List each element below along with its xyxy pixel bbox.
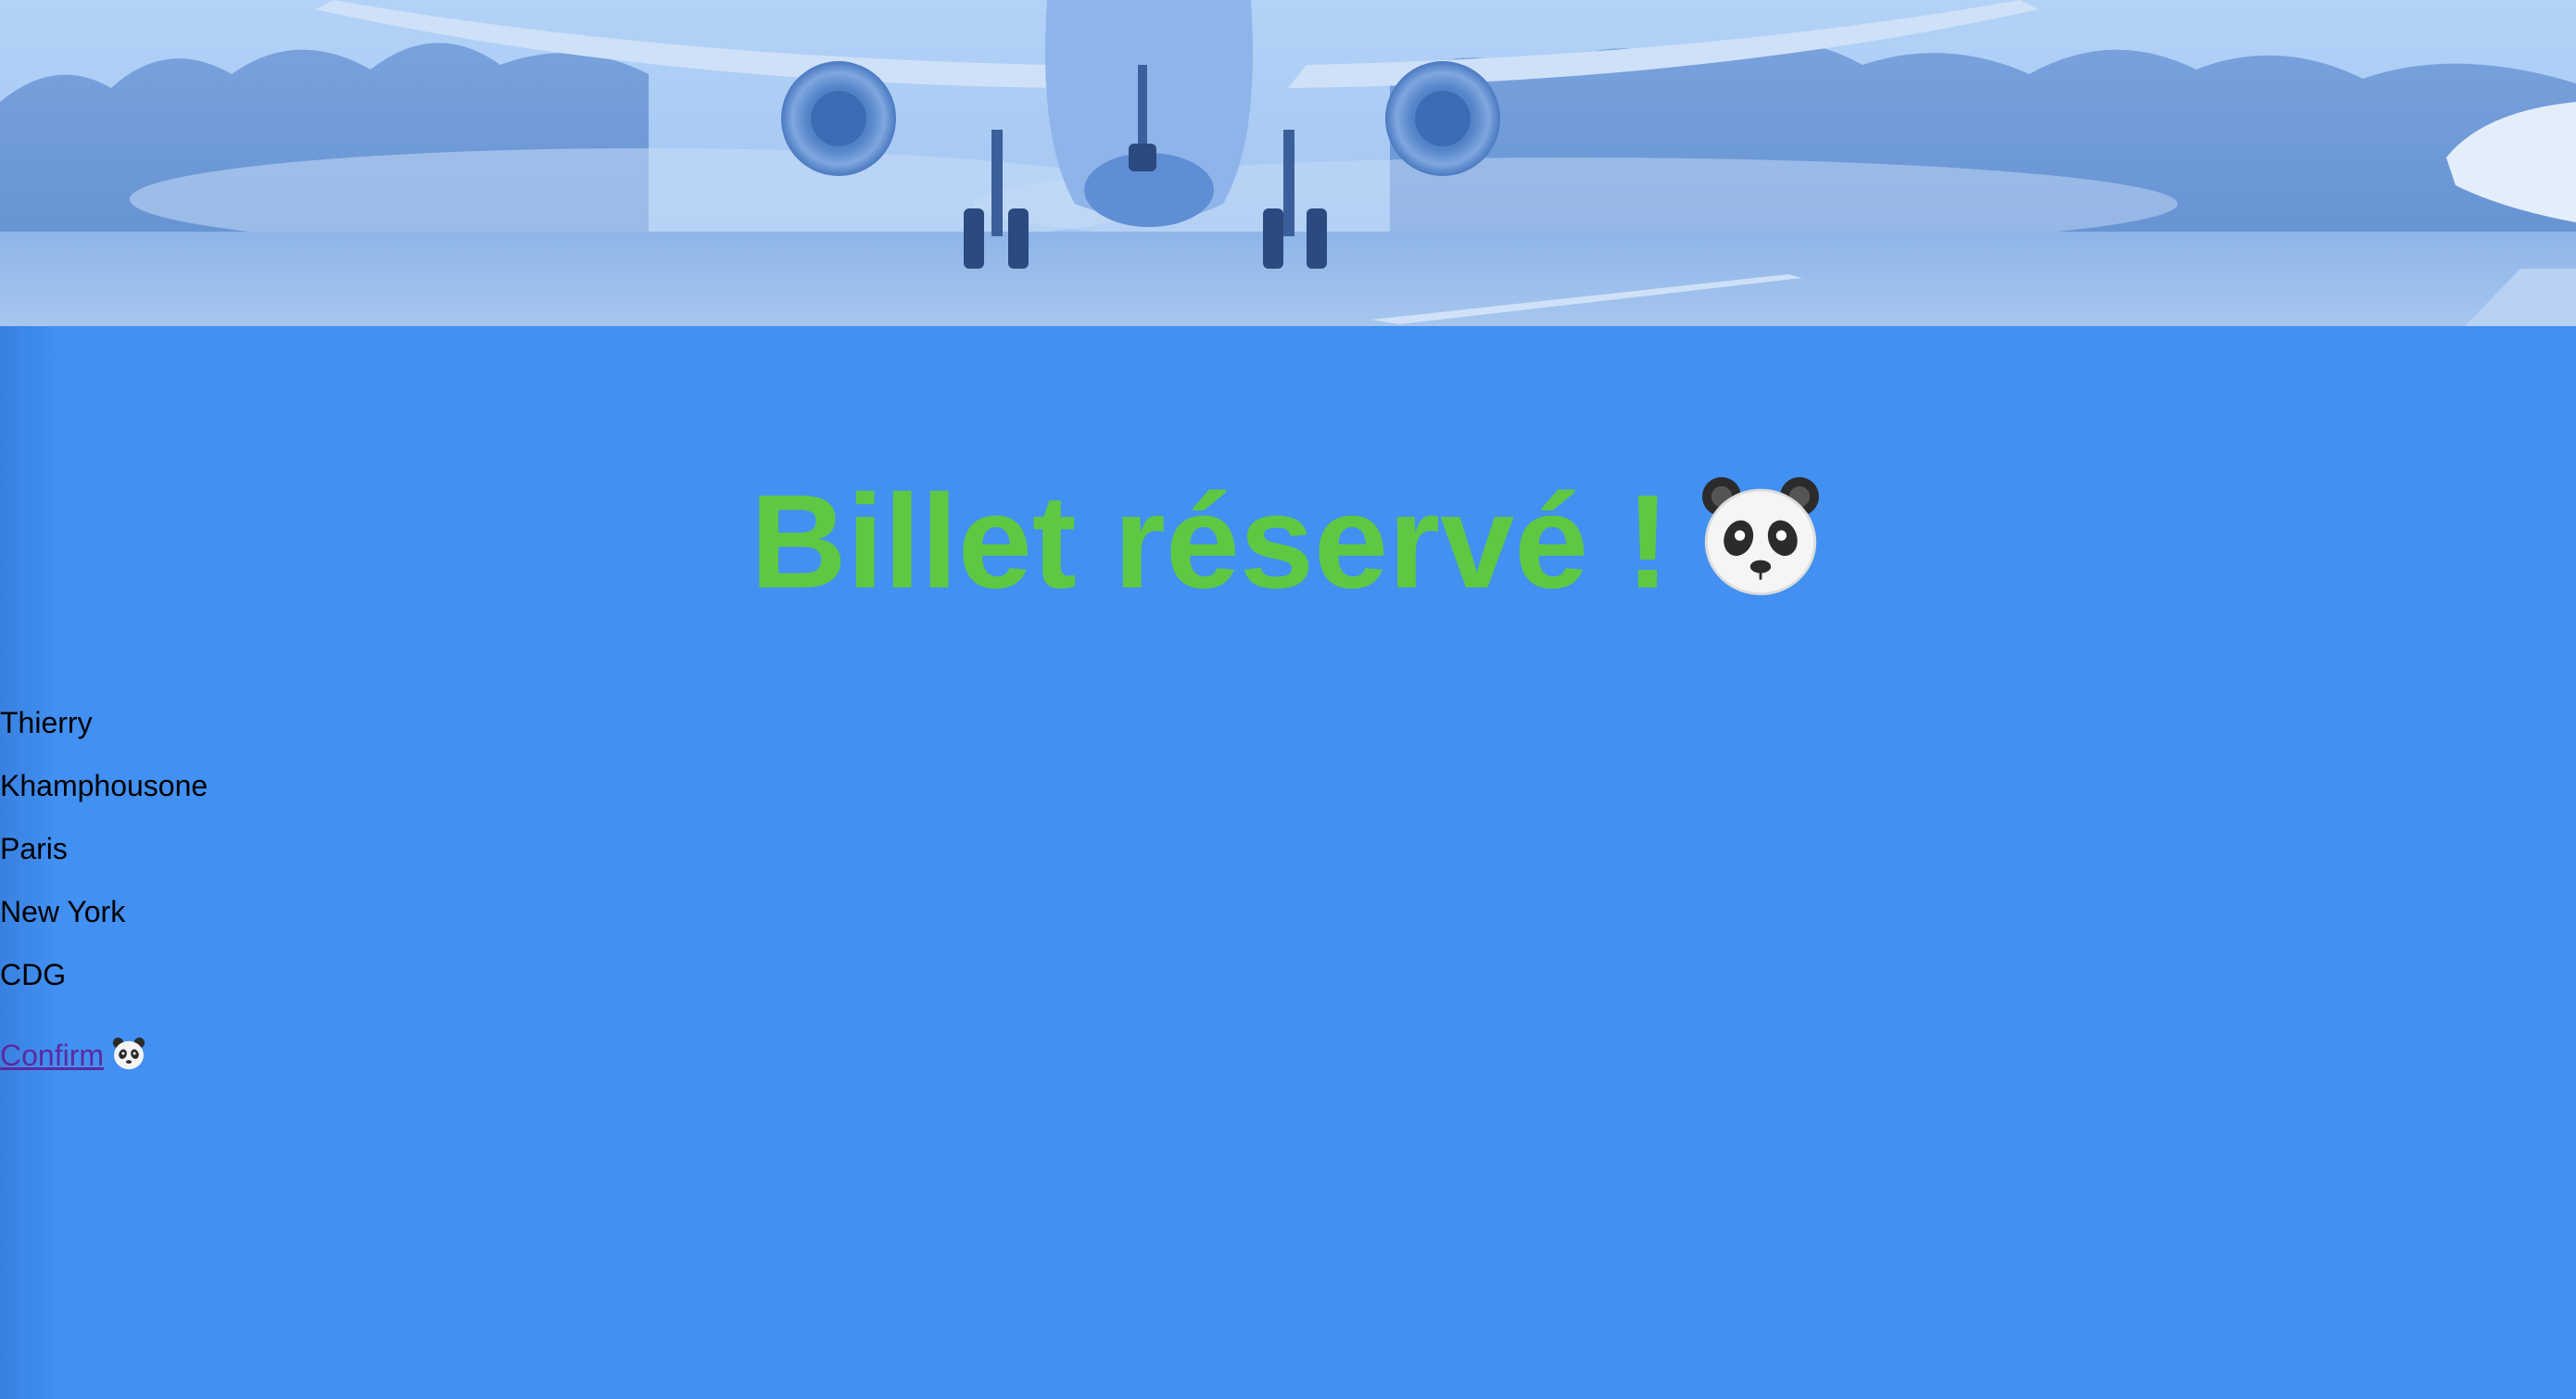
page-title: Billet réservé ! — [0, 463, 2576, 621]
departure-city: Paris — [0, 832, 68, 865]
airport-code: CDG — [0, 958, 67, 991]
booking-details: Thierry Khamphousone Paris New York CDG — [0, 704, 208, 1019]
confirm-link[interactable]: Confirm — [0, 1036, 146, 1074]
confirm-label: Confirm — [0, 1039, 105, 1072]
panda-icon — [1702, 477, 1820, 596]
hero-banner — [0, 0, 2576, 326]
arrival-city: New York — [0, 895, 126, 928]
last-name: Khamphousone — [0, 769, 208, 802]
page: Billet réservé ! Thierry Khamphousone Pa… — [0, 0, 2576, 1399]
page-title-text: Billet réservé ! — [750, 467, 1671, 616]
first-name: Thierry — [0, 706, 93, 739]
panda-icon — [112, 1037, 145, 1070]
airplane-image — [0, 0, 2576, 326]
